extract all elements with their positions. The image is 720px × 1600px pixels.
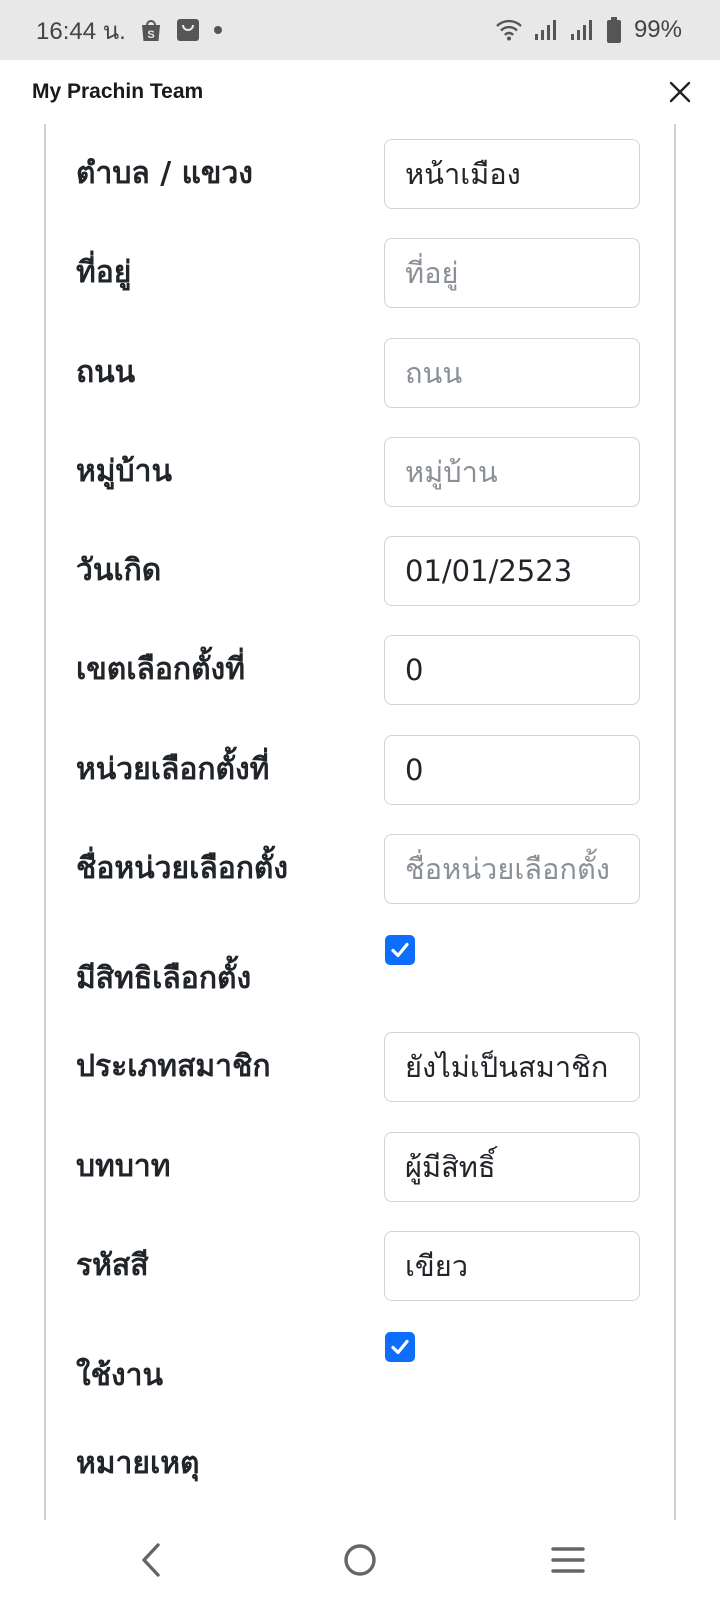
voting-right-checkbox[interactable] <box>385 935 415 965</box>
district-no-label: เขตเลือกตั้งที่ <box>76 652 245 687</box>
form-row-subdistrict: ตำบล / แขวง <box>46 139 674 211</box>
voting-right-label: มีสิทธิเลือกตั้ง <box>76 961 252 996</box>
address-label: ที่อยู่ <box>76 255 132 290</box>
unit-name-label: ชื่อหน่วยเลือกตั้ง <box>76 851 289 886</box>
subdistrict-label: ตำบล / แขวง <box>76 156 253 191</box>
signal-icon-2 <box>570 19 594 41</box>
form-row-road: ถนน <box>46 338 674 410</box>
app-header: My Prachin Team <box>0 60 720 124</box>
form-row-birthdate: วันเกิด <box>46 536 674 608</box>
navigation-bar <box>0 1520 720 1600</box>
color-code-label: รหัสสี <box>76 1248 149 1283</box>
form-row-member-type: ประเภทสมาชิก ยังไม่เป็นสมาชิก <box>46 1032 674 1104</box>
role-select[interactable]: ผู้มีสิทธิ์ <box>384 1132 640 1202</box>
back-chevron-icon <box>142 1543 160 1577</box>
form-row-active: ใช้งาน <box>46 1331 674 1403</box>
form-row-unit-name: ชื่อหน่วยเลือกตั้ง <box>46 834 674 906</box>
form-row-color-code: รหัสสี เขียว <box>46 1231 674 1303</box>
birthdate-input[interactable] <box>384 536 640 606</box>
close-button[interactable] <box>660 72 700 112</box>
active-checkbox[interactable] <box>385 1332 415 1362</box>
active-label: ใช้งาน <box>76 1358 164 1393</box>
form-row-district-no: เขตเลือกตั้งที่ <box>46 635 674 707</box>
svg-text:S: S <box>147 29 154 41</box>
unit-no-input[interactable] <box>384 735 640 805</box>
form-row-role: บทบาท ผู้มีสิทธิ์ <box>46 1132 674 1204</box>
notification-dot-icon <box>213 26 222 34</box>
district-no-input[interactable] <box>384 635 640 705</box>
unit-name-input[interactable] <box>384 834 640 904</box>
form-row-unit-no: หน่วยเลือกตั้งที่ <box>46 735 674 807</box>
form-row-address: ที่อยู่ <box>46 238 674 310</box>
app-title: My Prachin Team <box>32 80 204 103</box>
battery-icon <box>606 17 622 43</box>
village-label: หมู่บ้าน <box>76 454 172 489</box>
close-icon <box>669 81 691 103</box>
member-type-label: ประเภทสมาชิก <box>76 1049 271 1084</box>
form-row-voting-right: มีสิทธิเลือกตั้ง <box>46 934 674 1006</box>
status-bar: 16:44 น. S 99% <box>0 0 720 60</box>
battery-percent: 99% <box>633 16 682 43</box>
status-time: 16:44 น. <box>36 17 126 45</box>
check-icon <box>391 1339 409 1355</box>
menu-lines-icon <box>551 1547 585 1573</box>
shopee-icon: S <box>140 18 162 42</box>
member-type-select[interactable]: ยังไม่เป็นสมาชิก <box>384 1032 640 1102</box>
village-input[interactable] <box>384 437 640 507</box>
road-label: ถนน <box>76 355 136 390</box>
recent-apps-button[interactable] <box>544 1536 592 1584</box>
shopping-bag-icon <box>176 18 200 42</box>
subdistrict-input[interactable] <box>384 139 640 209</box>
check-icon <box>391 942 409 958</box>
address-input[interactable] <box>384 238 640 308</box>
birthdate-label: วันเกิด <box>76 553 162 588</box>
role-label: บทบาท <box>76 1149 171 1184</box>
road-input[interactable] <box>384 338 640 408</box>
unit-no-label: หน่วยเลือกตั้งที่ <box>76 752 270 787</box>
remark-label: หมายเหตุ <box>76 1446 200 1481</box>
form-row-village: หมู่บ้าน <box>46 437 674 509</box>
home-button[interactable] <box>336 1536 384 1584</box>
home-circle-icon <box>344 1544 376 1576</box>
signal-icon <box>534 19 558 41</box>
wifi-icon <box>496 19 522 41</box>
member-form: ตำบล / แขวง ที่อยู่ ถนน หมู่บ้าน วันเกิด… <box>44 124 676 1520</box>
color-code-select[interactable]: เขียว <box>384 1231 640 1301</box>
back-button[interactable] <box>128 1536 176 1584</box>
form-row-remark: หมายเหตุ <box>46 1429 674 1501</box>
